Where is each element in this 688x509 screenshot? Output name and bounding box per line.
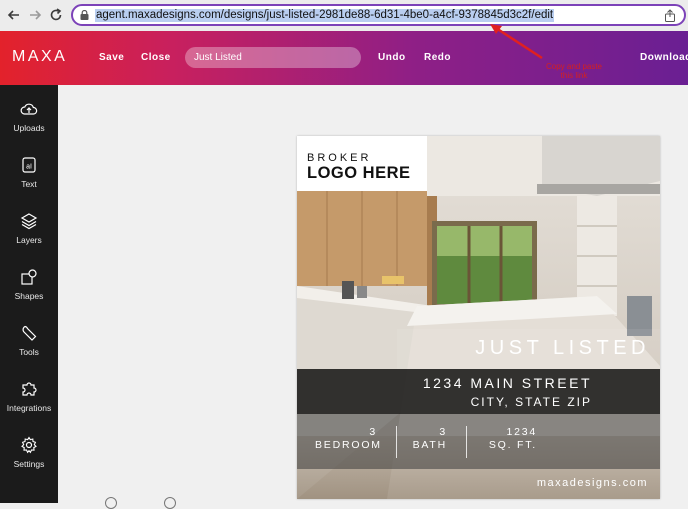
sidebar-item-uploads[interactable]: Uploads xyxy=(0,100,58,150)
stat-label: BEDROOM xyxy=(315,439,382,451)
zoom-out-icon[interactable] xyxy=(105,497,117,509)
sidebar-item-label: Settings xyxy=(13,459,45,469)
save-button[interactable]: Save xyxy=(99,52,124,63)
sidebar-item-label: Tools xyxy=(19,347,39,357)
sidebar-item-label: Integrations xyxy=(6,403,52,413)
stat-square-feet: 1234 SQ. FT. xyxy=(481,426,537,452)
sidebar-item-label: Text xyxy=(21,179,37,189)
close-button[interactable]: Close xyxy=(141,52,171,63)
sidebar-item-tools[interactable]: Tools xyxy=(0,324,58,374)
lock-icon xyxy=(80,10,89,20)
zoom-in-icon[interactable] xyxy=(164,497,176,509)
sidebar-item-label: Layers xyxy=(16,235,42,245)
stat-value: 1234 xyxy=(506,426,537,438)
design-title-input[interactable]: Just Listed xyxy=(185,47,361,68)
upload-cloud-icon xyxy=(20,103,38,115)
layers-icon xyxy=(20,213,38,230)
street-address: 1234 MAIN STREET xyxy=(422,375,592,391)
sidebar-item-label: Shapes xyxy=(14,291,44,301)
undo-button[interactable]: Undo xyxy=(378,52,406,63)
stat-divider xyxy=(396,426,397,458)
sidebar-item-layers[interactable]: Layers xyxy=(0,212,58,262)
design-poster[interactable]: BROKER LOGO HERE JUST LISTED 1234 MAIN S… xyxy=(297,136,660,499)
broker-logo-line1: BROKER xyxy=(307,152,372,164)
app-logo: MAXA xyxy=(12,48,68,65)
address-band[interactable]: 1234 MAIN STREET CITY, STATE ZIP xyxy=(297,369,660,414)
browser-toolbar: agent.maxadesigns.com/designs/just-liste… xyxy=(0,0,688,32)
property-stats-band[interactable]: 3 BEDROOM 3 BATH 1234 SQ. FT. xyxy=(297,414,660,469)
svg-text:aI: aI xyxy=(26,164,32,171)
stat-divider xyxy=(466,426,467,458)
stat-bathrooms: 3 BATH xyxy=(411,426,447,452)
sidebar-item-integrations[interactable]: Integrations xyxy=(0,380,58,430)
stat-value: 3 xyxy=(439,426,447,438)
wrench-icon xyxy=(22,325,37,341)
puzzle-icon xyxy=(22,382,37,396)
annotation-text: Copy and paste this link xyxy=(545,62,603,80)
back-arrow-icon[interactable] xyxy=(5,6,23,24)
download-button[interactable]: Download xyxy=(640,52,688,63)
stat-label: SQ. FT. xyxy=(488,439,537,451)
broker-logo-box[interactable]: BROKER LOGO HERE xyxy=(297,136,427,191)
website-text: maxadesigns.com xyxy=(536,477,648,489)
stat-label: BATH xyxy=(412,439,447,451)
headline-band[interactable]: JUST LISTED xyxy=(397,329,660,369)
headline-text: JUST LISTED xyxy=(475,337,650,359)
address-bar[interactable]: agent.maxadesigns.com/designs/just-liste… xyxy=(71,4,686,26)
share-icon[interactable] xyxy=(664,9,676,22)
stat-bedrooms: 3 BEDROOM xyxy=(315,426,382,452)
broker-logo-line2: LOGO HERE xyxy=(307,164,411,182)
sidebar-item-label: Uploads xyxy=(13,123,45,133)
sidebar-item-text[interactable]: aI Text xyxy=(0,156,58,206)
gear-icon xyxy=(21,436,37,454)
sidebar-item-settings[interactable]: Settings xyxy=(0,436,58,486)
reload-icon[interactable] xyxy=(47,6,65,24)
shapes-icon xyxy=(21,269,37,285)
stat-value: 3 xyxy=(369,426,377,438)
redo-button[interactable]: Redo xyxy=(424,52,451,63)
city-state-zip: CITY, STATE ZIP xyxy=(470,395,592,409)
sidebar-item-shapes[interactable]: Shapes xyxy=(0,268,58,318)
forward-arrow-icon[interactable] xyxy=(26,6,44,24)
text-box-icon: aI xyxy=(22,157,36,173)
tool-sidebar: Uploads aI Text Layers Shapes Tools Inte… xyxy=(0,85,58,503)
